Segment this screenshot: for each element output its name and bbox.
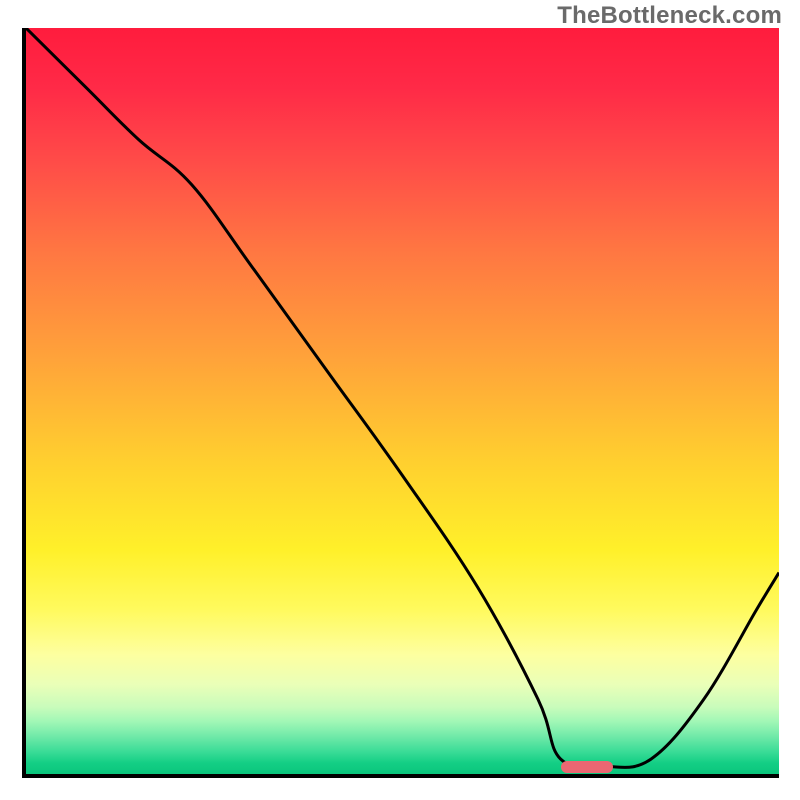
watermark-text: TheBottleneck.com — [557, 2, 782, 30]
chart-plot-area — [22, 28, 779, 778]
chart-curve — [26, 28, 779, 774]
optimal-range-marker — [561, 761, 614, 773]
